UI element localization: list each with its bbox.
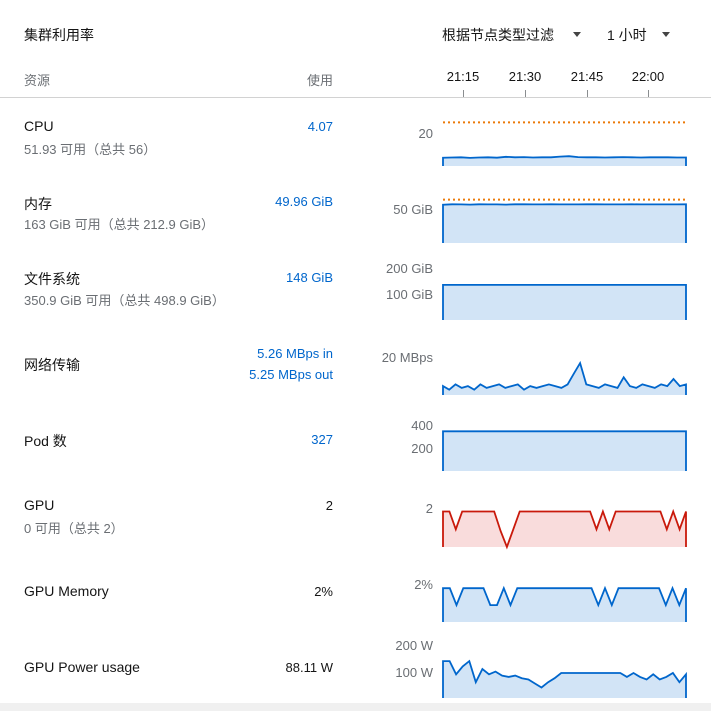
- gpu-power-chart[interactable]: [441, 638, 691, 700]
- pods-axis-label: 400: [411, 418, 433, 433]
- column-header-usage: 使用: [306, 73, 333, 88]
- network-chart[interactable]: [441, 350, 691, 398]
- pods-label: Pod 数: [24, 433, 67, 449]
- filesystem-label: 文件系统: [24, 271, 80, 287]
- time-label: 22:00: [631, 69, 665, 84]
- time-label: 21:30: [508, 69, 542, 84]
- chart-area: [443, 363, 686, 395]
- network-label: 网络传输: [24, 357, 80, 373]
- memory-usage-link[interactable]: 49.96 GiB: [275, 194, 333, 209]
- cpu-axis-label: 20: [418, 126, 433, 141]
- chart-area: [443, 204, 686, 243]
- memory-label: 内存: [24, 196, 52, 212]
- time-label: 21:45: [570, 69, 604, 84]
- pods-axis-label: 200: [411, 441, 433, 456]
- network-axis-label: 20 MBps: [381, 350, 433, 365]
- memory-axis-label: 50 GiB: [393, 202, 433, 217]
- gpu-power-axis-label: 200 W: [395, 638, 433, 653]
- cpu-available: 51.93 可用（总共 56）: [24, 142, 157, 157]
- column-header-resource: 资源: [24, 73, 51, 88]
- filesystem-available: 350.9 GiB 可用（总共 498.9 GiB）: [24, 293, 225, 308]
- memory-chart[interactable]: [441, 186, 691, 246]
- chart-area: [443, 661, 686, 698]
- gpu-available: 0 可用（总共 2）: [24, 521, 124, 536]
- range-caret-down-icon[interactable]: [662, 32, 670, 37]
- horizontal-scrollbar[interactable]: [0, 703, 711, 711]
- header: 集群利用率 根据节点类型过滤 1 小时: [0, 0, 711, 68]
- gpu-power-axis-label: 100 W: [395, 665, 433, 680]
- time-label: 21:15: [446, 69, 480, 84]
- network-in-link[interactable]: 5.26 MBps in: [257, 346, 333, 361]
- network-out-link[interactable]: 5.25 MBps out: [249, 367, 333, 382]
- node-type-filter-dropdown[interactable]: 根据节点类型过滤: [442, 25, 554, 45]
- chart-area: [443, 588, 686, 622]
- gpu-memory-axis-label: 2%: [414, 577, 433, 592]
- chart-area: [443, 431, 686, 471]
- chart-area: [443, 511, 686, 547]
- filesystem-axis-label: 200 GiB: [386, 261, 433, 276]
- gpu-memory-value: 2%: [314, 584, 333, 599]
- filesystem-chart[interactable]: [441, 261, 691, 323]
- gpu-power-label: GPU Power usage: [24, 659, 140, 675]
- gpu-memory-chart[interactable]: [441, 576, 691, 626]
- cpu-usage-link[interactable]: 4.07: [308, 119, 333, 134]
- header-divider: [0, 97, 711, 98]
- chart-area: [443, 284, 686, 320]
- filter-caret-down-icon[interactable]: [573, 32, 581, 37]
- filesystem-usage-link[interactable]: 148 GiB: [286, 270, 333, 285]
- gpu-chart[interactable]: [441, 502, 691, 550]
- gpu-power-value: 88.11 W: [285, 660, 333, 675]
- page-title: 集群利用率: [24, 27, 94, 43]
- cpu-label: CPU: [24, 118, 54, 134]
- filesystem-axis-label: 100 GiB: [386, 287, 433, 302]
- gpu-memory-label: GPU Memory: [24, 583, 109, 599]
- gpu-value: 2: [325, 498, 333, 513]
- gpu-label: GPU: [24, 497, 55, 513]
- pods-count-link[interactable]: 327: [311, 432, 333, 447]
- cpu-chart[interactable]: [441, 110, 691, 170]
- time-range-dropdown[interactable]: 1 小时: [607, 25, 647, 45]
- pods-chart[interactable]: [441, 418, 691, 474]
- gpu-axis-label: 2: [425, 501, 433, 516]
- memory-available: 163 GiB 可用（总共 212.9 GiB）: [24, 217, 215, 232]
